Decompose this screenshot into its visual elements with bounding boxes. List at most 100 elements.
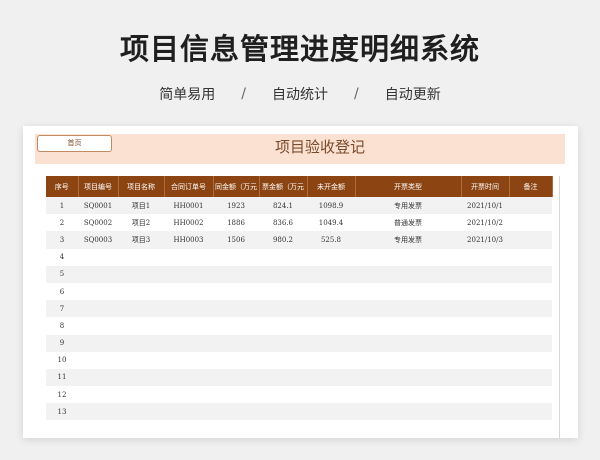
table-cell[interactable] [509,403,552,421]
table-cell[interactable] [307,265,355,283]
column-header[interactable]: 开票类型 [355,176,462,197]
table-cell[interactable] [307,386,355,404]
table-cell[interactable]: SQ0001 [78,197,118,215]
table-cell[interactable] [78,300,118,318]
table-cell[interactable]: HH0001 [164,197,213,215]
table-cell[interactable]: 3 [46,231,78,249]
table-cell[interactable] [78,386,118,404]
table-cell[interactable]: HH0002 [164,214,213,232]
table-cell[interactable] [509,231,552,249]
table-cell[interactable] [355,248,461,266]
table-cell[interactable]: 525.8 [307,231,355,249]
table-cell[interactable]: 普通发票 [355,214,461,232]
table-cell[interactable] [307,368,355,387]
table-cell[interactable] [259,368,307,387]
table-cell[interactable] [78,248,118,266]
table-cell[interactable] [259,386,307,404]
table-cell[interactable]: 12 [46,386,78,404]
table-cell[interactable] [355,351,461,369]
table-cell[interactable] [118,351,164,369]
table-cell[interactable] [509,386,552,404]
column-header[interactable]: 票金额（万元 [259,176,308,197]
table-cell[interactable] [213,386,259,404]
table-cell[interactable]: 1049.4 [307,214,355,232]
table-cell[interactable] [307,248,355,266]
table-cell[interactable] [461,403,509,421]
table-cell[interactable] [307,351,355,369]
table-cell[interactable] [461,248,509,266]
table-cell[interactable] [355,282,461,301]
table-cell[interactable]: 1886 [213,214,259,232]
table-cell[interactable]: 4 [46,248,78,266]
table-cell[interactable] [509,368,552,387]
table-cell[interactable] [118,368,164,387]
table-cell[interactable]: 10 [46,351,78,369]
table-cell[interactable] [259,282,307,301]
table-cell[interactable]: 824.1 [259,197,307,215]
table-cell[interactable] [355,334,461,352]
table-cell[interactable] [213,334,259,352]
column-header[interactable]: 合同订单号 [164,176,214,197]
table-cell[interactable]: 1 [46,197,78,215]
table-cell[interactable]: 1506 [213,231,259,249]
table-cell[interactable] [118,317,164,335]
table-cell[interactable] [259,265,307,283]
table-cell[interactable]: 2021/10/3 [461,231,509,249]
table-cell[interactable] [509,334,552,352]
column-header[interactable]: 序号 [46,176,79,197]
table-cell[interactable] [509,248,552,266]
table-cell[interactable] [355,386,461,404]
table-cell[interactable] [213,248,259,266]
column-header[interactable]: 未开金额 [307,176,356,197]
table-cell[interactable] [259,334,307,352]
table-cell[interactable] [213,317,259,335]
table-cell[interactable] [461,334,509,352]
table-cell[interactable]: 2 [46,214,78,232]
table-cell[interactable]: 2021/10/2 [461,214,509,232]
table-cell[interactable] [78,317,118,335]
table-cell[interactable]: SQ0002 [78,214,118,232]
table-cell[interactable] [118,300,164,318]
table-cell[interactable] [509,317,552,335]
table-cell[interactable] [355,265,461,283]
table-cell[interactable]: 1098.9 [307,197,355,215]
table-cell[interactable]: 专用发票 [355,197,461,215]
table-cell[interactable] [461,300,509,318]
table-cell[interactable] [213,282,259,301]
table-cell[interactable] [78,403,118,421]
table-cell[interactable] [213,351,259,369]
table-cell[interactable] [164,265,213,283]
table-cell[interactable]: 7 [46,300,78,318]
table-cell[interactable] [509,351,552,369]
table-cell[interactable] [307,403,355,421]
table-cell[interactable]: 11 [46,368,78,387]
table-cell[interactable] [213,403,259,421]
table-cell[interactable] [118,386,164,404]
table-cell[interactable] [307,334,355,352]
table-cell[interactable] [461,368,509,387]
column-header[interactable]: 项目名称 [118,176,165,197]
table-cell[interactable]: 13 [46,403,78,421]
table-cell[interactable] [307,282,355,301]
table-cell[interactable] [355,317,461,335]
column-header[interactable]: 项目编号 [78,176,119,197]
table-cell[interactable] [259,403,307,421]
table-cell[interactable] [78,368,118,387]
table-cell[interactable] [118,265,164,283]
table-cell[interactable] [164,334,213,352]
table-cell[interactable] [307,317,355,335]
table-cell[interactable] [259,248,307,266]
table-cell[interactable] [118,248,164,266]
table-cell[interactable] [164,351,213,369]
table-cell[interactable] [164,386,213,404]
table-cell[interactable] [213,300,259,318]
table-cell[interactable] [461,386,509,404]
table-cell[interactable] [355,300,461,318]
table-cell[interactable]: 专用发票 [355,231,461,249]
table-cell[interactable] [213,368,259,387]
table-cell[interactable]: SQ0003 [78,231,118,249]
table-cell[interactable] [78,265,118,283]
table-cell[interactable] [461,265,509,283]
table-cell[interactable]: HH0003 [164,231,213,249]
table-cell[interactable] [78,282,118,301]
